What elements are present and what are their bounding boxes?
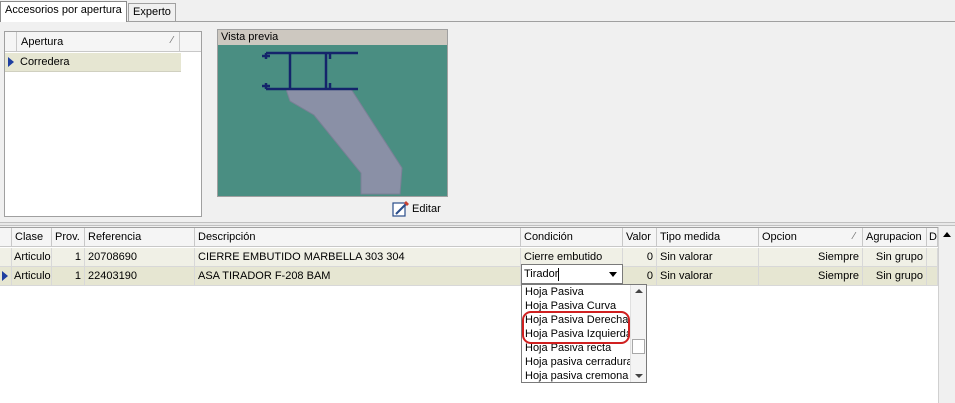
dropdown-option[interactable]: Hoja Pasiva Izquierda — [525, 328, 632, 342]
column-header-prov[interactable]: Prov. — [52, 228, 85, 247]
column-header-condicion[interactable]: Condición — [521, 228, 623, 247]
column-header-d[interactable]: D — [927, 228, 938, 247]
dropdown-option[interactable]: Hoja Pasiva Curva — [525, 300, 616, 314]
row-indicator-column — [5, 32, 17, 51]
column-header-agrupacion[interactable]: Agrupacion — [863, 228, 927, 247]
column-header-opcion[interactable]: Opcion ⁄ — [759, 228, 863, 247]
column-header-tipo-medida[interactable]: Tipo medida — [657, 228, 759, 247]
column-header-descripcion[interactable]: Descripción — [195, 228, 521, 247]
column-header-label: Opcion — [762, 231, 797, 243]
accessories-grid[interactable]: Clase Prov. Referencia Descripción Condi… — [0, 227, 955, 403]
edit-pencil-icon — [392, 201, 409, 217]
cell-prov: 1 — [52, 267, 85, 286]
edit-button[interactable]: Editar — [390, 200, 450, 218]
scroll-down-arrow-icon[interactable] — [635, 374, 643, 378]
cell-referencia: 22403190 — [85, 267, 195, 286]
row-indicator-cell — [0, 248, 12, 267]
column-header-valor[interactable]: Valor — [623, 228, 657, 247]
cell-descripcion: ASA TIRADOR F-208 BAM — [195, 267, 521, 286]
preview-title: Vista previa — [218, 30, 447, 45]
cell-opcion: Siempre — [759, 248, 863, 267]
dropdown-option[interactable]: Hoja Pasiva — [525, 286, 584, 300]
tab-strip: Accesorios por apertura Experto — [0, 0, 955, 22]
cell-tipo-medida: Sin valorar — [657, 248, 759, 267]
condicion-combobox[interactable]: Tirador — [521, 264, 623, 284]
dropdown-scrollbar[interactable] — [630, 285, 646, 382]
apertura-grid[interactable]: Apertura ⁄ Corredera — [4, 31, 202, 217]
edit-button-label: Editar — [412, 203, 441, 215]
column-header-label: Apertura — [21, 36, 64, 48]
dropdown-option[interactable]: Hoja pasiva cremona — [525, 370, 628, 382]
scroll-thumb[interactable] — [632, 339, 645, 354]
cell-d — [927, 248, 938, 267]
cell-clase: Articulo — [12, 248, 52, 267]
column-header-clase[interactable]: Clase — [12, 228, 52, 247]
apertura-grid-header: Apertura ⁄ — [5, 32, 201, 52]
scroll-up-arrow-icon[interactable] — [635, 289, 643, 293]
cell-d — [927, 267, 938, 286]
apertura-cell: Corredera — [20, 56, 70, 68]
scroll-up-arrow-icon[interactable] — [943, 232, 951, 237]
dropdown-option[interactable]: Hoja Pasiva Derecha — [525, 314, 628, 328]
cell-agrupacion: Sin grupo — [863, 267, 927, 286]
sort-icon: ⁄ — [853, 231, 855, 242]
cell-clase: Articulo — [12, 267, 52, 286]
preview-panel: Vista previa — [217, 29, 448, 197]
apertura-row[interactable]: Corredera — [5, 53, 181, 72]
cell-referencia: 20708690 — [85, 248, 195, 267]
panel-splitter[interactable] — [0, 222, 955, 226]
condicion-combobox-value[interactable]: Tirador — [524, 268, 558, 280]
table-row-selected[interactable]: Articulo 1 22403190 ASA TIRADOR F-208 BA… — [0, 267, 938, 286]
dropdown-arrow-icon[interactable] — [605, 265, 622, 283]
grid-vertical-scrollbar[interactable] — [938, 227, 955, 403]
tab-accesorios-por-apertura[interactable]: Accesorios por apertura — [0, 1, 127, 22]
cell-descripcion: CIERRE EMBUTIDO MARBELLA 303 304 — [195, 248, 521, 267]
cell-tipo-medida: Sin valorar — [657, 267, 759, 286]
column-header-referencia[interactable]: Referencia — [85, 228, 195, 247]
condicion-dropdown-list[interactable]: Hoja Pasiva Hoja Pasiva Curva Hoja Pasiv… — [521, 284, 647, 383]
tab-experto[interactable]: Experto — [128, 3, 176, 22]
text-caret — [558, 268, 559, 281]
dropdown-option[interactable]: Hoja Pasiva recta — [525, 342, 611, 356]
table-row[interactable]: Articulo 1 20708690 CIERRE EMBUTIDO MARB… — [0, 248, 938, 267]
cell-opcion: Siempre — [759, 267, 863, 286]
current-row-marker-icon — [8, 57, 14, 67]
cell-valor: 0 — [623, 248, 657, 267]
tab-divider — [0, 21, 955, 22]
dropdown-option[interactable]: Hoja pasiva cerradura — [525, 356, 633, 370]
row-indicator-cell — [0, 267, 12, 286]
cell-agrupacion: Sin grupo — [863, 248, 927, 267]
cell-prov: 1 — [52, 248, 85, 267]
sort-icon: ⁄ — [171, 35, 173, 46]
profile-drawing — [262, 51, 403, 195]
current-row-marker-icon — [2, 271, 8, 281]
row-indicator-header — [0, 228, 12, 247]
column-header-apertura[interactable]: Apertura ⁄ — [18, 32, 180, 52]
